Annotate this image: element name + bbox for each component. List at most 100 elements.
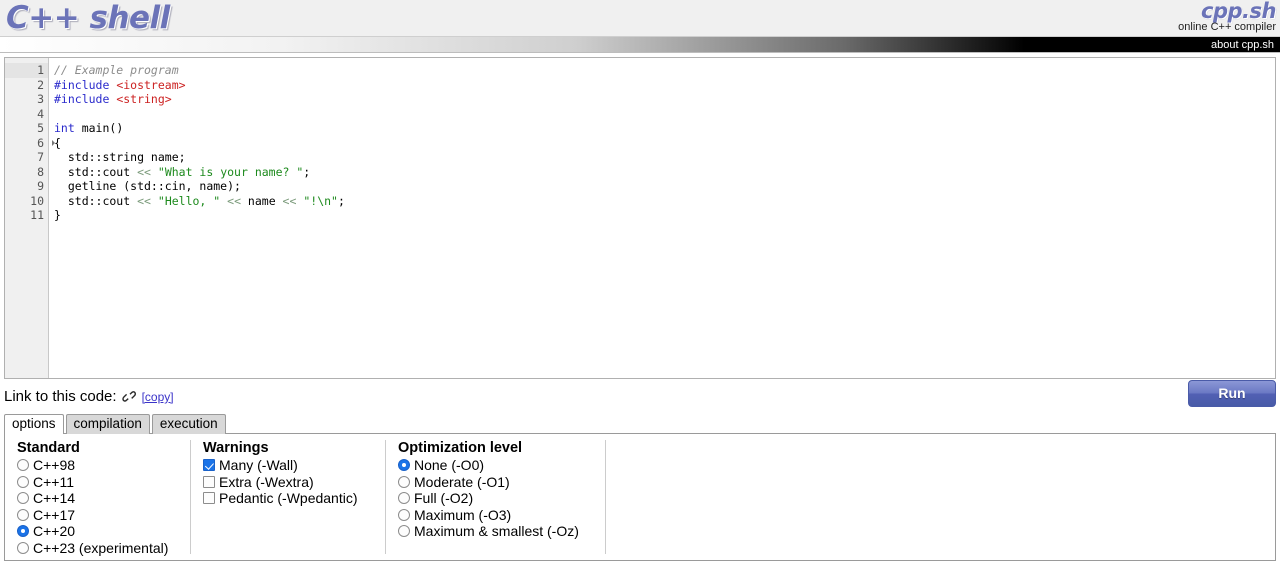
line-number: 8 (37, 164, 44, 179)
tab-execution[interactable]: execution (151, 414, 226, 434)
code-token: <iostream> (116, 77, 186, 92)
warnings-column: Warnings Many (-Wall) Extra (-Wextra) Peda… (191, 434, 386, 560)
radio-icon[interactable] (398, 475, 410, 488)
chain-link-icon (121, 389, 138, 408)
run-button[interactable]: Run (1188, 380, 1276, 407)
code-line: // Example program (54, 63, 1275, 78)
page-header: C++ shell cpp.sh online C++ compiler (0, 0, 1280, 36)
code-token: << (137, 164, 151, 179)
standard-column: Standard C++98 C++11 C++14 C++17 C++20 C++23 … (5, 434, 191, 560)
optimization-option-label: Maximum & smallest (-Oz) (414, 523, 579, 540)
fold-triangle-icon[interactable] (52, 139, 55, 146)
code-token: std::cout (54, 193, 138, 208)
standard-option[interactable]: C++20 (17, 523, 191, 540)
code-token: int (54, 121, 75, 135)
column-divider (605, 440, 606, 554)
standard-option[interactable]: C++98 (17, 457, 191, 474)
standard-option[interactable]: C++14 (17, 490, 191, 507)
line-number: 3 (37, 92, 44, 106)
line-number: 9 (37, 179, 44, 193)
radio-icon[interactable] (17, 508, 29, 521)
code-token: name (241, 193, 283, 208)
standard-option-label: C++17 (33, 506, 76, 523)
about-link[interactable]: about cpp.sh (1211, 38, 1274, 52)
radio-icon[interactable] (398, 492, 410, 505)
warning-option-label: Extra (-Wextra) (219, 473, 314, 490)
radio-icon[interactable] (17, 525, 29, 538)
radio-icon[interactable] (398, 508, 410, 521)
optimization-option[interactable]: None (-O0) (398, 457, 606, 474)
line-number: 11 (30, 208, 44, 222)
radio-icon[interactable] (398, 525, 410, 538)
standard-option-label: C++20 (33, 523, 76, 540)
optimization-column: Optimization level None (-O0) Moderate (-… (386, 434, 606, 560)
code-line: #include <string> (54, 92, 1275, 107)
checkbox-icon[interactable] (203, 459, 215, 472)
line-number: 4 (37, 106, 44, 121)
line-number: 2 (37, 77, 44, 92)
code-token: "!\n" (303, 193, 338, 208)
code-line: getline (std::cin, name); (54, 179, 1275, 194)
checkbox-icon[interactable] (203, 475, 215, 488)
optimization-option-label: Full (-O2) (414, 490, 474, 507)
code-line: { (54, 136, 1275, 151)
radio-icon[interactable] (17, 492, 29, 505)
brand-tagline: online C++ compiler (1178, 21, 1276, 33)
radio-icon[interactable] (17, 475, 29, 488)
optimization-option[interactable]: Full (-O2) (398, 490, 606, 507)
standard-title: Standard (17, 440, 80, 456)
copy-link-button[interactable]: [copy] (142, 390, 174, 404)
line-number-gutter: 1 2 3 4 5 6 7 8 9 10 11 (5, 58, 55, 378)
line-number: 6 (5, 136, 55, 151)
brand-name: cpp.sh (1201, 0, 1276, 23)
optimization-option[interactable]: Maximum & smallest (-Oz) (398, 523, 606, 540)
line-number: 10 (30, 193, 44, 208)
tab-compilation[interactable]: compilation (65, 414, 150, 434)
code-token: { (54, 135, 61, 150)
options-panel: Standard C++98 C++11 C++14 C++17 C++20 C++23 … (4, 433, 1276, 561)
code-line: } (54, 208, 1275, 223)
standard-option[interactable]: C++17 (17, 507, 191, 524)
warning-option-label: Pedantic (-Wpedantic) (219, 490, 358, 507)
standard-option[interactable]: C++11 (17, 474, 191, 491)
radio-icon[interactable] (17, 541, 29, 554)
code-token: // Example program (54, 63, 179, 77)
link-to-code-row: Link to this code: [copy] Run (4, 380, 1276, 409)
code-area[interactable]: // Example program #include <iostream> #in… (49, 58, 1275, 378)
brand-block: cpp.sh online C++ compiler (1178, 0, 1276, 33)
code-editor[interactable]: 1 2 3 4 5 6 7 8 9 10 11 // Example program #include… (4, 57, 1276, 379)
optimization-option-label: Maximum (-O3) (414, 506, 512, 523)
warning-option[interactable]: Extra (-Wextra) (203, 474, 386, 491)
code-line: std::cout << "What is your name? "; (54, 165, 1275, 180)
code-token: "Hello, " (157, 193, 221, 208)
code-line: #include <iostream> (54, 78, 1275, 93)
code-token: << (227, 193, 241, 208)
tab-bar: options compilation execution (4, 414, 1276, 434)
tab-options[interactable]: options (4, 414, 64, 434)
warning-option[interactable]: Pedantic (-Wpedantic) (203, 490, 386, 507)
code-token: } (54, 208, 61, 222)
link-to-code-label: Link to this code: (4, 388, 117, 405)
optimization-option-label: Moderate (-O1) (414, 473, 510, 490)
radio-icon[interactable] (398, 459, 410, 472)
standard-option[interactable]: C++23 (experimental) (17, 540, 191, 557)
code-token: << (282, 193, 297, 208)
optimization-option[interactable]: Maximum (-O3) (398, 507, 606, 524)
code-token: std::cout (54, 164, 138, 179)
code-line: int main() (54, 121, 1275, 136)
radio-icon[interactable] (17, 459, 29, 472)
optimization-title: Optimization level (398, 440, 523, 456)
optimization-option[interactable]: Moderate (-O1) (398, 474, 606, 491)
checkbox-icon[interactable] (203, 492, 215, 505)
standard-option-label: C++14 (33, 490, 76, 507)
code-token: #include (54, 77, 117, 92)
code-token: #include (54, 92, 117, 106)
code-token: main() (74, 121, 124, 135)
warning-option[interactable]: Many (-Wall) (203, 457, 386, 474)
standard-option-label: C++11 (33, 473, 74, 490)
code-token: <string> (116, 92, 172, 106)
warnings-title: Warnings (203, 440, 269, 456)
